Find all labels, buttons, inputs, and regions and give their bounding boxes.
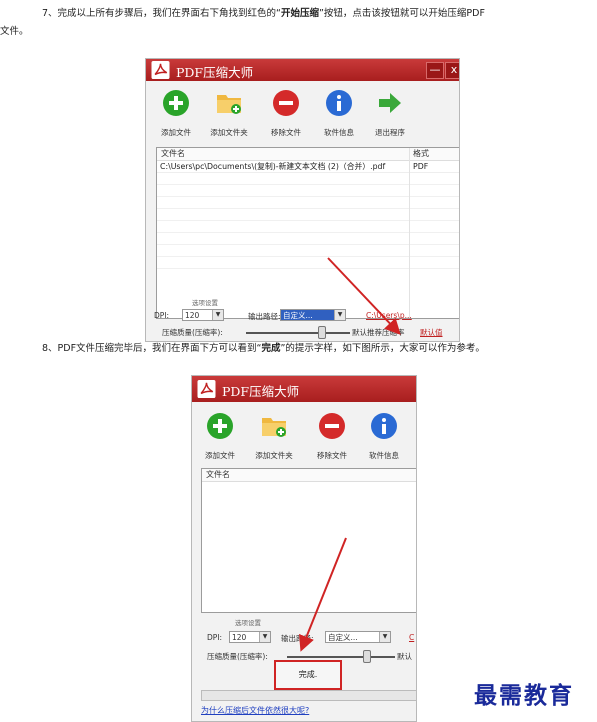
file-format-cell: PDF [413, 162, 429, 171]
column-header-filename[interactable]: 文件名 [206, 469, 230, 481]
toolbar: 添加文件 添加文件夹 移除文件 软件信息 [192, 406, 416, 468]
file-list-header: 文件名 [202, 469, 416, 482]
title-bar: PDF压缩大师 — x [146, 59, 459, 81]
app-window-before: PDF压缩大师 — x 添加文件 添加文件夹 移除文件 软件信息 退出程序 文件… [145, 58, 460, 342]
quality-slider-thumb[interactable] [318, 326, 326, 339]
output-path-link[interactable]: C [409, 633, 414, 642]
window-title: PDF压缩大师 [176, 65, 254, 80]
pdf-logo-icon [197, 380, 216, 398]
chevron-down-icon: ▼ [259, 632, 270, 642]
dpi-label: DPI: [207, 633, 223, 642]
exit-arrow-icon [379, 93, 401, 113]
add-file-button[interactable]: 添加文件 [194, 412, 246, 461]
title-bar: PDF压缩大师 [192, 376, 416, 402]
add-file-icon [163, 90, 189, 116]
dpi-select[interactable]: 120 ▼ [182, 309, 224, 321]
file-name-cell: C:\Users\pc\Documents\(复制)-新建文本文档 (2)（合并… [160, 162, 386, 171]
chevron-down-icon: ▼ [334, 310, 345, 320]
info-icon [371, 413, 397, 439]
dpi-select[interactable]: 120 ▼ [229, 631, 271, 643]
step7-line2: 文件。 [0, 26, 29, 37]
add-file-icon [207, 413, 233, 439]
chevron-down-icon: ▼ [379, 632, 390, 642]
default-value-link[interactable]: 默认值 [420, 327, 443, 338]
file-list[interactable]: 文件名 [201, 468, 416, 613]
remove-file-label: 移除文件 [317, 451, 347, 460]
file-list[interactable]: 文件名 格式 C:\Users\pc\Documents\(复制)-新建文本文档… [156, 147, 459, 319]
add-folder-icon [217, 95, 241, 114]
output-path-value: 自定义... [328, 633, 358, 642]
output-path-link[interactable]: C:\Users\p... [366, 311, 412, 320]
remove-file-label: 移除文件 [271, 128, 301, 137]
chevron-down-icon: ▼ [212, 310, 223, 320]
options-panel: 选项设置 DPI: 120 ▼ 输出路径: 自定义... ▼ C:\Users\p.… [152, 297, 457, 341]
output-path-select[interactable]: 自定义... ▼ [280, 309, 346, 321]
file-list-header: 文件名 格式 [157, 148, 459, 161]
step7-text-prefix: 7、完成以上所有步骤后，我们在界面右下角找到红色的“ [42, 8, 281, 19]
add-folder-icon [262, 418, 286, 437]
step8-text-suffix: ”的提示字样，如下图所示，大家可以作为参考。 [280, 343, 485, 354]
minimize-button[interactable]: — [426, 62, 444, 79]
progress-bar [201, 690, 417, 701]
exit-label: 退出程序 [375, 128, 405, 137]
output-path-label: 输出路径: [248, 312, 281, 321]
add-file-button[interactable]: 添加文件 [150, 89, 202, 138]
quality-slider-thumb[interactable] [363, 650, 371, 663]
step7-line1: 7、完成以上所有步骤后，我们在界面右下角找到红色的“开始压缩”按钮，点击该按钮就… [0, 5, 580, 23]
column-header-filename[interactable]: 文件名 [161, 148, 185, 160]
watermark: 最需教育 [474, 682, 574, 709]
why-still-large-link[interactable]: 为什么压缩后文件依然很大呢? [201, 705, 309, 716]
info-icon [326, 90, 352, 116]
software-info-label: 软件信息 [369, 451, 399, 460]
software-info-button[interactable]: 软件信息 [358, 412, 410, 461]
step7-paragraph: 7、完成以上所有步骤后，我们在界面右下角找到红色的“开始压缩”按钮，点击该按钮就… [0, 5, 580, 41]
step8-paragraph: 8、PDF文件压缩完毕后，我们在界面下方可以看到“完成”的提示字样，如下图所示，… [42, 340, 592, 358]
step7-text-suffix: ”按钮，点击该按钮就可以开始压缩PDF [318, 8, 485, 19]
table-row[interactable]: C:\Users\pc\Documents\(复制)-新建文本文档 (2)（合并… [157, 161, 459, 173]
remove-file-button[interactable]: 移除文件 [260, 89, 312, 138]
default-recommend-label: 默认 [397, 652, 412, 661]
dpi-label: DPI: [154, 311, 170, 320]
software-info-button[interactable]: 软件信息 [313, 89, 365, 138]
output-path-label: 输出路径: [281, 634, 314, 643]
close-button[interactable]: x [445, 62, 459, 79]
quality-label: 压缩质量(压缩率): [207, 652, 268, 661]
dpi-value: 120 [232, 633, 247, 642]
exit-button[interactable]: 退出程序 [364, 89, 416, 138]
default-recommend-label: 默认推荐压缩率 [352, 328, 405, 337]
step7-bold-text: 开始压缩 [280, 8, 319, 19]
output-path-select[interactable]: 自定义... ▼ [325, 631, 391, 643]
quality-label: 压缩质量(压缩率): [162, 328, 223, 337]
add-file-label: 添加文件 [161, 128, 191, 137]
add-folder-label: 添加文件夹 [255, 451, 293, 460]
remove-file-button[interactable]: 移除文件 [306, 412, 358, 461]
add-folder-button[interactable]: 添加文件夹 [248, 412, 300, 461]
window-title: PDF压缩大师 [222, 384, 300, 399]
done-status-highlight: 完成. [274, 660, 342, 690]
add-folder-button[interactable]: 添加文件夹 [203, 89, 255, 138]
quality-slider-track[interactable] [246, 332, 350, 334]
software-info-label: 软件信息 [324, 128, 354, 137]
column-divider [409, 148, 410, 318]
options-legend: 选项设置 [235, 619, 261, 627]
done-status-text: 完成. [298, 670, 318, 679]
remove-file-icon [319, 413, 345, 439]
toolbar: 添加文件 添加文件夹 移除文件 软件信息 退出程序 [146, 83, 459, 141]
options-legend: 选项设置 [192, 299, 218, 307]
pdf-logo-icon [151, 61, 170, 79]
output-path-value: 自定义... [283, 311, 313, 320]
add-file-label: 添加文件 [205, 451, 235, 460]
remove-file-icon [273, 90, 299, 116]
quality-slider-track[interactable] [287, 656, 395, 658]
column-header-format[interactable]: 格式 [413, 148, 429, 160]
step8-bold-text: 完成 [261, 343, 281, 354]
step8-text-prefix: 8、PDF文件压缩完毕后，我们在界面下方可以看到“ [42, 343, 262, 354]
dpi-value: 120 [185, 311, 200, 320]
add-folder-label: 添加文件夹 [210, 128, 248, 137]
